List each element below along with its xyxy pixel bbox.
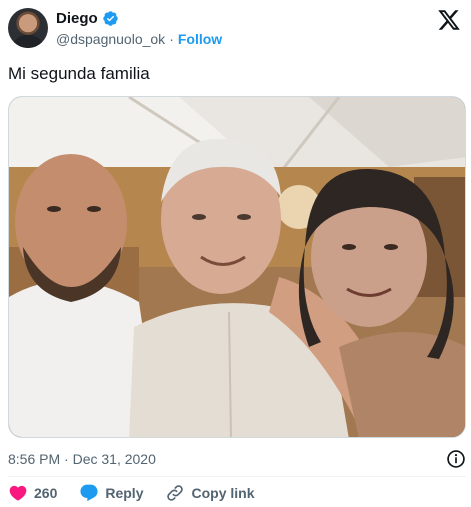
link-icon: [167, 485, 184, 501]
author-handle-row: @dspagnuolo_ok · Follow: [56, 31, 222, 47]
verified-badge-icon: [102, 11, 118, 26]
follow-button[interactable]: Follow: [178, 31, 222, 47]
tweet-photo[interactable]: [8, 96, 466, 438]
author-display-name[interactable]: Diego: [56, 10, 98, 27]
reply-label: Reply: [105, 485, 144, 501]
tweet-header: Diego @dspagnuolo_ok · Follow: [8, 8, 463, 52]
copy-link-label: Copy link: [191, 485, 255, 501]
heart-icon: [9, 485, 27, 501]
copy-link-button[interactable]: Copy link: [165, 483, 255, 503]
photo-illustration: [9, 97, 465, 437]
author-avatar[interactable]: [8, 8, 48, 48]
author-name-row: Diego: [56, 10, 119, 27]
info-icon[interactable]: [446, 449, 466, 469]
like-button[interactable]: 260: [8, 483, 57, 503]
timestamp-row: 8:56 PM · Dec 31, 2020: [8, 449, 466, 469]
x-logo-icon[interactable]: [437, 8, 461, 32]
reply-button[interactable]: Reply: [79, 483, 143, 503]
author-handle[interactable]: @dspagnuolo_ok: [56, 31, 165, 47]
action-bar: 260 Reply Copy link: [8, 483, 277, 503]
reply-bubble-icon: [80, 484, 98, 502]
tweet-text: Mi segunda familia: [8, 64, 150, 83]
tweet-timestamp[interactable]: 8:56 PM · Dec 31, 2020: [8, 451, 156, 467]
divider: [8, 476, 466, 477]
like-count: 260: [34, 485, 58, 501]
handle-separator: ·: [169, 31, 174, 47]
